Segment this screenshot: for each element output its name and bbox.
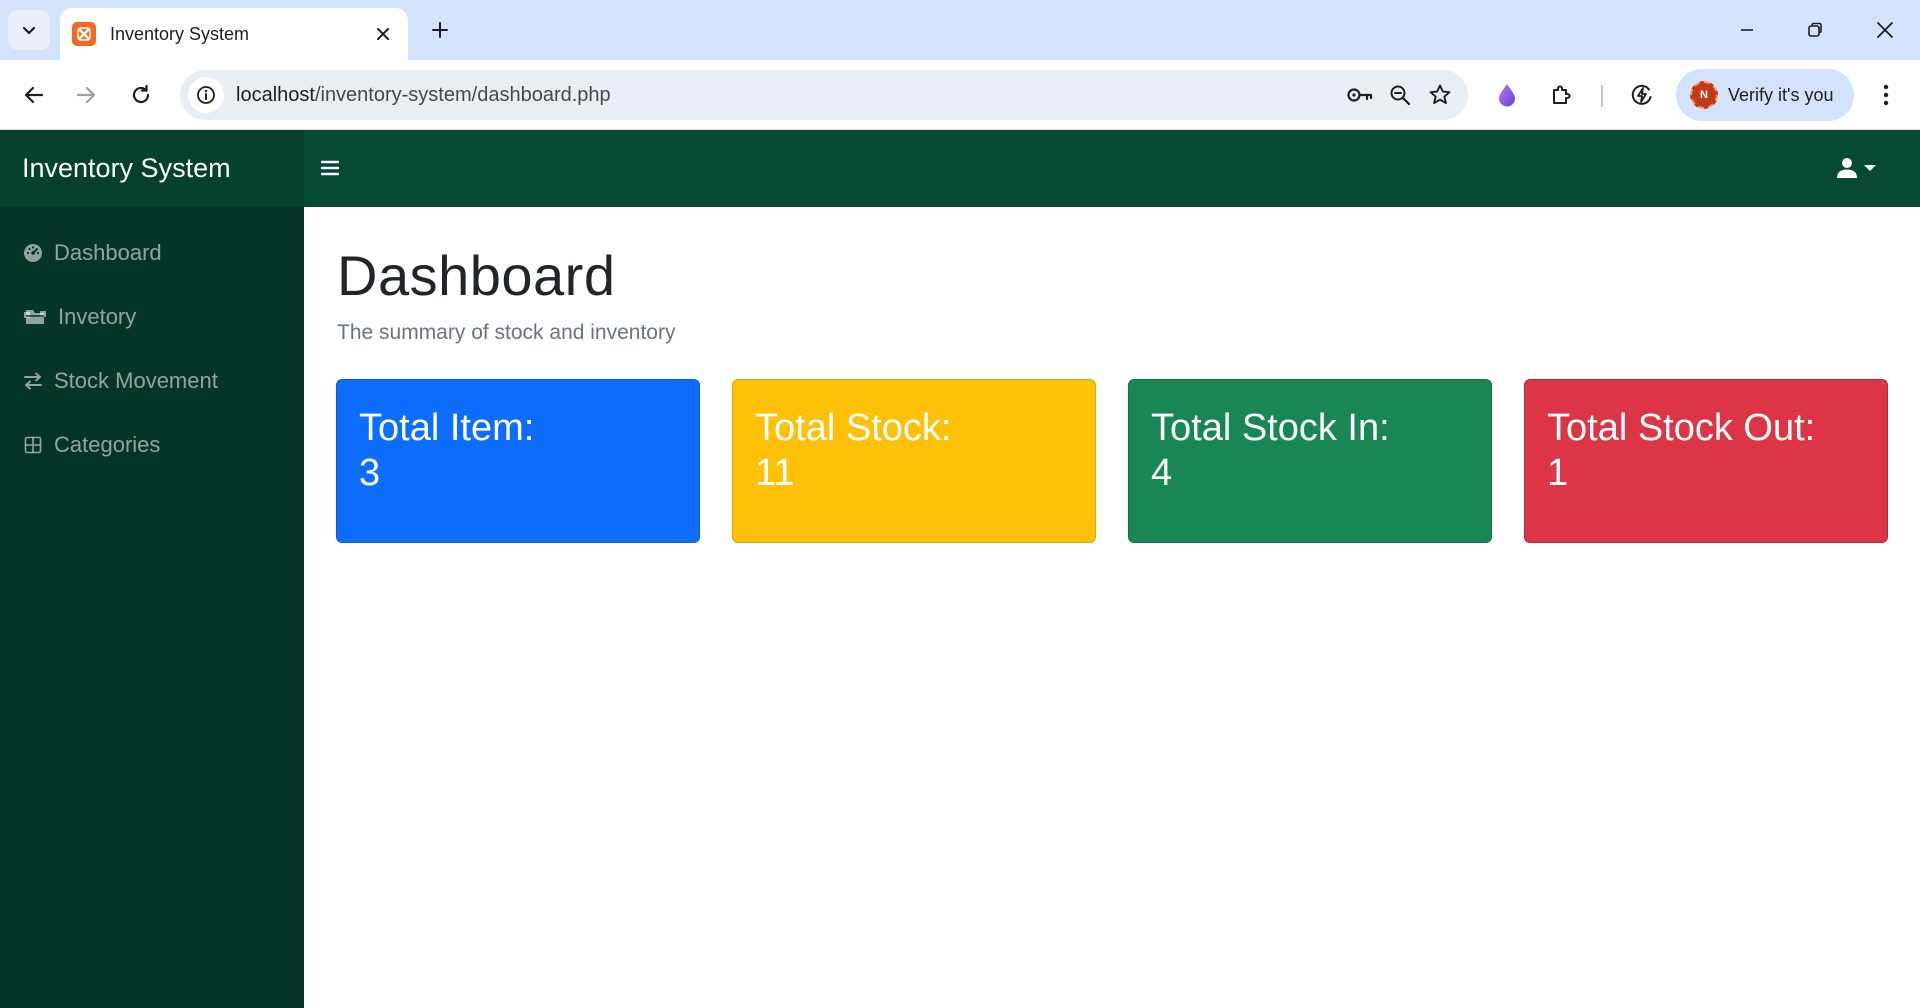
main-content: Dashboard The summary of stock and inven…	[304, 207, 1920, 1008]
total-stock-in-card: Total Stock In: 4	[1128, 379, 1492, 543]
performance-icon	[1631, 84, 1652, 105]
sidebar-item-categories[interactable]: Categories	[0, 413, 304, 477]
user-icon	[1837, 158, 1857, 178]
app-brand[interactable]: Inventory System	[0, 130, 304, 207]
forward-button[interactable]	[66, 75, 106, 115]
restore-button[interactable]	[1790, 6, 1840, 54]
gauge-icon	[22, 242, 44, 264]
grid-icon	[22, 434, 44, 456]
extensions-button[interactable]	[1542, 75, 1582, 115]
chevron-down-icon	[22, 26, 36, 35]
performance-button[interactable]	[1622, 75, 1662, 115]
reload-icon	[132, 84, 150, 104]
back-button[interactable]	[14, 75, 54, 115]
card-label: Total Item:	[359, 407, 535, 449]
card-value: 1	[1547, 452, 1569, 494]
url-path: /inventory-system/dashboard.php	[314, 83, 611, 106]
arrow-left-icon	[24, 86, 44, 104]
puzzle-icon	[1553, 85, 1571, 104]
card-label: Total Stock Out:	[1547, 407, 1816, 449]
page-subtitle: The summary of stock and inventory	[337, 321, 676, 344]
sidebar-item-inventory[interactable]: Invetory	[0, 285, 304, 349]
minimize-icon	[1741, 29, 1753, 31]
water-drop-icon	[1499, 84, 1515, 107]
total-stock-out-card: Total Stock Out: 1	[1524, 379, 1888, 543]
user-menu-dropdown[interactable]	[1828, 150, 1884, 186]
sidebar-toggle-button[interactable]	[312, 150, 348, 186]
sidebar-item-label: Stock Movement	[54, 368, 218, 393]
close-icon	[377, 28, 389, 40]
browser-tab[interactable]: Inventory System	[60, 8, 408, 60]
key-icon	[1347, 88, 1373, 102]
sidebar-item-label: Invetory	[58, 304, 137, 329]
reload-button[interactable]	[121, 75, 161, 115]
profile-avatar: N	[1690, 81, 1718, 109]
tab-close-button[interactable]	[370, 21, 396, 47]
caret-down-icon	[1864, 165, 1876, 171]
zoom-button[interactable]	[1380, 75, 1420, 115]
restore-icon	[1808, 22, 1822, 37]
card-label: Total Stock In:	[1151, 407, 1390, 449]
browser-menu-button[interactable]	[1866, 75, 1906, 115]
minimize-button[interactable]	[1722, 6, 1772, 54]
sidebar-item-label: Dashboard	[54, 240, 162, 265]
boxes-icon	[22, 306, 48, 328]
url-host: localhost	[236, 83, 315, 106]
total-stock-card: Total Stock: 11	[732, 379, 1096, 543]
sidebar-item-stock-movement[interactable]: Stock Movement	[0, 349, 304, 413]
app-navbar: Inventory System	[0, 130, 1920, 207]
page-title: Dashboard	[337, 244, 616, 307]
star-icon	[1429, 84, 1451, 105]
profile-chip-label: Verify it's you	[1728, 84, 1834, 105]
card-value: 3	[359, 452, 381, 494]
url-text[interactable]: localhost/inventory-system/dashboard.php	[236, 84, 1340, 107]
info-icon	[197, 86, 215, 104]
plus-icon	[432, 22, 448, 38]
sidebar-item-dashboard[interactable]: Dashboard	[0, 221, 304, 285]
zoom-out-icon	[1390, 85, 1411, 106]
new-tab-button[interactable]	[424, 14, 456, 46]
site-info-button[interactable]	[188, 77, 224, 113]
browser-tabstrip: Inventory System	[0, 0, 1920, 60]
total-item-card: Total Item: 3	[336, 379, 700, 543]
tab-title: Inventory System	[110, 23, 250, 44]
card-label: Total Stock:	[755, 407, 952, 449]
toolbar-divider	[1601, 85, 1603, 107]
extension-drop-button[interactable]	[1487, 75, 1527, 115]
close-window-button[interactable]	[1860, 6, 1910, 54]
sidebar: Dashboard Invetory Stock Movement Catego…	[0, 207, 304, 1008]
bookmark-button[interactable]	[1420, 75, 1460, 115]
hamburger-icon	[321, 160, 339, 176]
arrow-right-icon	[76, 86, 96, 104]
card-value: 4	[1151, 452, 1173, 494]
tab-search-button[interactable]	[8, 10, 50, 50]
kebab-menu-icon	[1883, 84, 1889, 106]
arrows-left-right-icon	[22, 370, 44, 392]
browser-toolbar: localhost/inventory-system/dashboard.php…	[0, 60, 1920, 130]
profile-verify-chip[interactable]: N Verify it's you	[1676, 69, 1854, 121]
password-key-button[interactable]	[1340, 75, 1380, 115]
card-value: 11	[755, 452, 795, 494]
address-bar[interactable]: localhost/inventory-system/dashboard.php	[180, 70, 1468, 120]
sidebar-item-label: Categories	[54, 432, 161, 457]
xampp-favicon-icon	[72, 22, 96, 46]
close-icon	[1877, 22, 1893, 38]
